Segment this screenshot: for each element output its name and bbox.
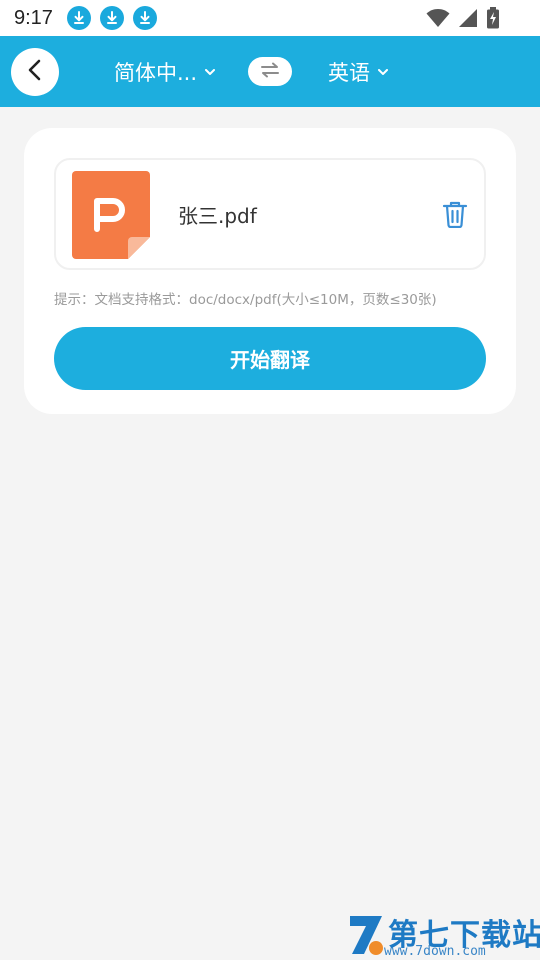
download-icon (99, 6, 124, 30)
target-language-select[interactable]: 英语 (328, 36, 388, 107)
battery-charging-icon (486, 7, 500, 33)
chevron-down-icon (378, 68, 388, 75)
delete-file-button[interactable] (442, 200, 470, 230)
download-icon (132, 6, 157, 30)
watermark-url: www.7down.com (384, 944, 486, 959)
document-card: 张三.pdf 提示：文档支持格式：doc/docx/pdf(大小≤10M，页数≤… (24, 128, 516, 414)
swap-arrows-icon (260, 62, 280, 82)
site-watermark: 第七下载站 www.7down.com (346, 908, 540, 960)
trash-icon (442, 201, 468, 232)
target-language-label: 英语 (328, 60, 370, 85)
wifi-icon (426, 8, 450, 32)
download-icon (66, 6, 91, 30)
file-name: 张三.pdf (178, 203, 257, 228)
chevron-down-icon (205, 68, 216, 75)
status-time: 9:17 (14, 6, 53, 29)
status-indicators (426, 7, 500, 33)
watermark-logo-icon (346, 912, 386, 960)
source-language-select[interactable]: 简体中... (114, 36, 216, 107)
status-bar: 9:17 (0, 0, 540, 36)
wps-pdf-icon (72, 171, 150, 259)
app-header: 简体中... 英语 (0, 36, 540, 107)
back-arrow-icon (27, 59, 43, 85)
format-hint: 提示：文档支持格式：doc/docx/pdf(大小≤10M，页数≤30张) (54, 292, 437, 308)
start-translate-button[interactable]: 开始翻译 (54, 327, 486, 390)
back-button[interactable] (11, 48, 59, 96)
source-language-label: 简体中... (114, 60, 198, 85)
signal-icon (458, 8, 478, 32)
swap-language-button[interactable] (248, 57, 292, 86)
selected-file: 张三.pdf (54, 158, 486, 270)
